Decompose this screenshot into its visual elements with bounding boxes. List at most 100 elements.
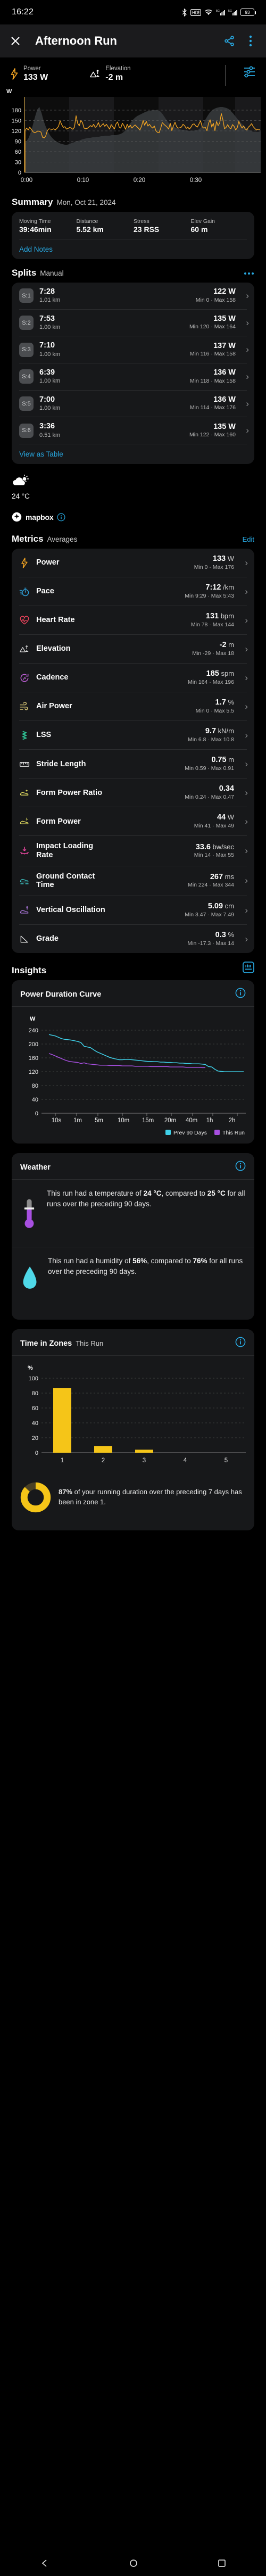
- metric-row[interactable]: Form Power 44 W Min 41 · Max 49 ›: [12, 807, 254, 835]
- metric-row[interactable]: Grade 0.3 % Min -17.3 · Max 14 ›: [12, 925, 254, 953]
- info-icon[interactable]: [235, 988, 246, 1001]
- close-icon[interactable]: [9, 34, 22, 48]
- insights-icon[interactable]: [243, 962, 254, 975]
- split-chip: S:3: [19, 342, 34, 357]
- chevron-right-icon[interactable]: ›: [240, 644, 248, 655]
- chevron-right-icon[interactable]: ›: [240, 846, 248, 856]
- split-minmax: Min 116 · Max 158: [189, 351, 236, 358]
- chevron-right-icon[interactable]: ›: [242, 425, 249, 436]
- time-in-zones-svg: % 100 80 60 40 20 0 1 2 3 4 5: [28, 1365, 246, 1464]
- pdc-chart[interactable]: W 240 200 160 120 80 40 0 10s 1m 5m 10m …: [12, 1009, 254, 1129]
- cadence-icon: [19, 673, 30, 683]
- back-icon[interactable]: [40, 2559, 49, 2570]
- chevron-right-icon[interactable]: ›: [240, 875, 248, 886]
- chevron-right-icon[interactable]: ›: [242, 291, 249, 301]
- recents-icon[interactable]: [218, 2559, 226, 2570]
- metric-value-line: 9.7 kN/m: [188, 727, 234, 736]
- chevron-right-icon[interactable]: ›: [242, 344, 249, 355]
- chevron-right-icon[interactable]: ›: [240, 816, 248, 827]
- home-icon[interactable]: [129, 2559, 138, 2570]
- metric-minmax: Min -29 · Max 18: [192, 650, 234, 657]
- chevron-right-icon[interactable]: ›: [240, 759, 248, 769]
- metric-row[interactable]: Stride Length 0.75 m Min 0.59 · Max 0.91 ›: [12, 750, 254, 778]
- metric-row[interactable]: Pace 7:12 /km Min 9:29 · Max 5:43 ›: [12, 577, 254, 606]
- metric-row[interactable]: Cadence 185 spm Min 164 · Max 196 ›: [12, 664, 254, 692]
- svg-text:1h: 1h: [206, 1117, 213, 1124]
- power-chart[interactable]: W 180 150 120 90 60 30 0 0:00 0:10 0:20 …: [0, 87, 266, 188]
- chevron-right-icon[interactable]: ›: [242, 399, 249, 409]
- weather-temp-value: 24 °C: [143, 1189, 162, 1198]
- weather-temperature-text: This run had a temperature of 24 °C, com…: [47, 1188, 246, 1210]
- power-chart-svg: 180 150 120 90 60 30 0 0:00 0:10 0:20 0:30: [12, 97, 261, 184]
- metric-row[interactable]: Ground Contact Time 267 ms Min 224 · Max 3…: [12, 866, 254, 896]
- chevron-right-icon[interactable]: ›: [240, 730, 248, 741]
- metric-name: Power: [36, 558, 60, 567]
- svg-text:60: 60: [32, 1405, 38, 1412]
- info-icon[interactable]: [235, 1161, 246, 1174]
- splits-subtitle: Manual: [40, 269, 64, 277]
- more-vertical-icon[interactable]: [244, 34, 257, 48]
- svg-text:40: 40: [32, 1420, 38, 1427]
- info-icon[interactable]: [57, 513, 65, 521]
- split-row[interactable]: S:6 3:36 0.51 km 135 W Min 122 · Max 160 ›: [12, 417, 254, 444]
- split-row[interactable]: S:4 6:39 1.00 km 136 W Min 118 · Max 158 ›: [12, 363, 254, 390]
- hero-metrics: Power 133 W Elevation -2 m: [0, 57, 266, 86]
- weather-insight-header: Weather: [12, 1153, 254, 1179]
- metric-value-line: 267 ms: [188, 873, 234, 882]
- split-left: 7:10 1.00 km: [39, 341, 60, 358]
- metric-row[interactable]: LSS 9.7 kN/m Min 6.8 · Max 10.8 ›: [12, 721, 254, 749]
- chevron-right-icon[interactable]: ›: [240, 673, 248, 683]
- insights-header: Insights: [0, 953, 266, 980]
- metric-row[interactable]: Elevation -2 m Min -29 · Max 18 ›: [12, 635, 254, 663]
- split-minmax: Min 120 · Max 164: [189, 324, 236, 330]
- weather-temperature-row: This run had a temperature of 24 °C, com…: [12, 1182, 254, 1247]
- share-icon[interactable]: [222, 34, 236, 48]
- svg-text:1m: 1m: [73, 1117, 82, 1124]
- chevron-right-icon[interactable]: ›: [240, 788, 248, 798]
- split-minmax: Min 122 · Max 160: [189, 432, 236, 438]
- metric-row[interactable]: Form Power Ratio 0.34 Min 0.24 · Max 0.47 ›: [12, 778, 254, 807]
- metric-value: 7:12: [205, 583, 221, 592]
- metric-name: Elevation: [36, 644, 71, 653]
- chevron-right-icon[interactable]: ›: [240, 586, 248, 597]
- chevron-right-icon[interactable]: ›: [240, 905, 248, 916]
- split-left: 7:28 1.01 km: [39, 287, 60, 304]
- split-row[interactable]: S:2 7:53 1.00 km 135 W Min 120 · Max 164 ›: [12, 310, 254, 336]
- info-icon[interactable]: [235, 1337, 246, 1350]
- chevron-right-icon[interactable]: ›: [240, 558, 248, 568]
- chevron-right-icon[interactable]: ›: [242, 371, 249, 382]
- metric-row[interactable]: Heart Rate 131 bpm Min 78 · Max 144 ›: [12, 606, 254, 634]
- metric-row[interactable]: Impact Loading Rate 33.6 bw/sec Min 14 · M…: [12, 836, 254, 865]
- tiz-y-unit: %: [28, 1365, 33, 1371]
- metric-unit: W: [226, 813, 234, 822]
- chevron-right-icon[interactable]: ›: [240, 615, 248, 626]
- chevron-right-icon[interactable]: ›: [242, 318, 249, 328]
- signal-5g-1-icon: 5G: [216, 10, 225, 15]
- more-horizontal-icon[interactable]: [244, 269, 254, 277]
- add-notes-button[interactable]: Add Notes: [12, 239, 254, 259]
- mapbox-attribution[interactable]: mapbox: [0, 502, 266, 525]
- metric-value: 5.09: [207, 902, 223, 911]
- split-row[interactable]: S:3 7:10 1.00 km 137 W Min 116 · Max 158 ›: [12, 336, 254, 363]
- chevron-right-icon[interactable]: ›: [240, 934, 248, 945]
- svg-text:120: 120: [12, 128, 21, 135]
- split-row[interactable]: S:5 7:00 1.00 km 136 W Min 114 · Max 176 ›: [12, 391, 254, 417]
- metrics-edit-button[interactable]: Edit: [243, 535, 254, 543]
- signal-5g-2-icon: 5G: [228, 10, 237, 15]
- pdc-title: Power Duration Curve: [20, 990, 102, 999]
- chevron-right-icon[interactable]: ›: [240, 701, 248, 712]
- metric-name: Form Power Ratio: [36, 788, 103, 797]
- metric-row[interactable]: Vertical Oscillation 5.09 cm Min 3.47 · Ma…: [12, 896, 254, 924]
- zone-donut-icon: [20, 1482, 51, 1513]
- metric-row[interactable]: Power 133 W Min 0 · Max 176 ›: [12, 549, 254, 577]
- time-in-zones-chart[interactable]: % 100 80 60 40 20 0 1 2 3 4 5: [12, 1358, 254, 1475]
- summary-label: Elev Gain: [190, 218, 215, 225]
- weather-strip-temperature: 24 °C: [12, 492, 30, 501]
- tiz-x-labels: 1 2 3 4 5: [61, 1457, 228, 1464]
- metric-row[interactable]: Air Power 1.7 % Min 0 · Max 5.5 ›: [12, 692, 254, 720]
- split-row[interactable]: S:1 7:28 1.01 km 122 W Min 0 · Max 158 ›: [12, 283, 254, 309]
- split-power: 136 W: [213, 368, 236, 377]
- sliders-icon[interactable]: [243, 65, 256, 79]
- split-time: 7:53: [39, 314, 55, 323]
- view-as-table-button[interactable]: View as Table: [12, 444, 254, 464]
